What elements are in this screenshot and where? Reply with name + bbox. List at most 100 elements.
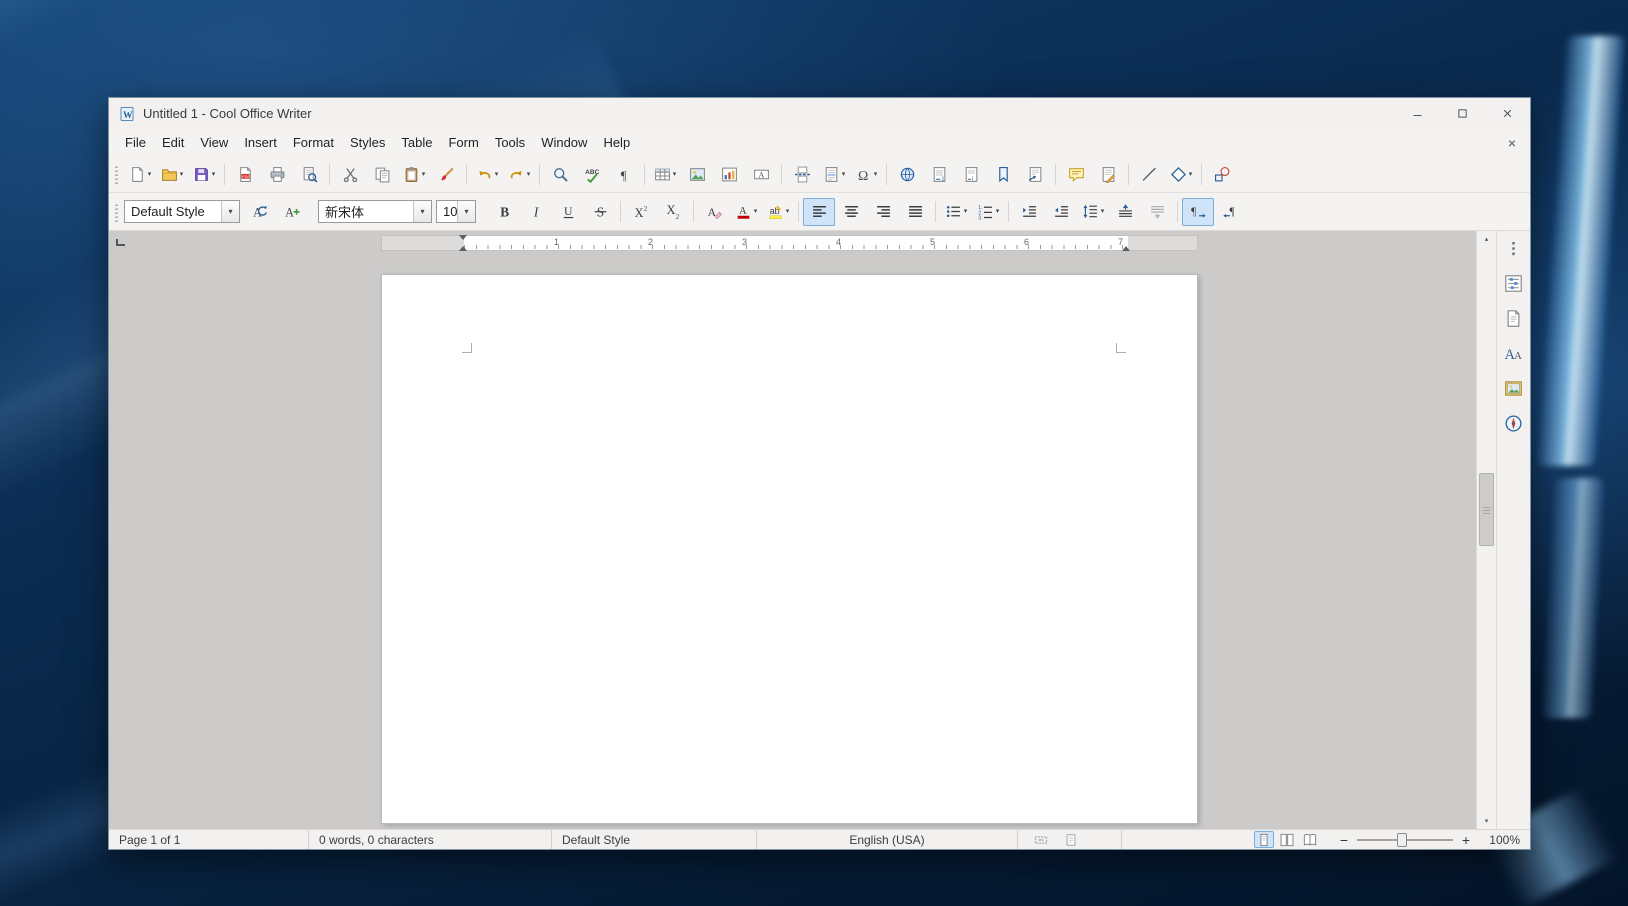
close-button[interactable] — [1485, 98, 1530, 129]
menu-form[interactable]: Form — [440, 131, 486, 154]
dropdown-arrow-icon[interactable]: ▾ — [1189, 171, 1193, 178]
multi-page-view-button[interactable] — [1277, 831, 1297, 848]
scrollbar-track[interactable] — [1477, 247, 1496, 813]
scroll-down-button[interactable]: ▾ — [1477, 813, 1496, 829]
menu-table[interactable]: Table — [393, 131, 440, 154]
find-replace-button[interactable] — [544, 160, 576, 188]
paste-button[interactable]: ▾ — [398, 160, 430, 188]
menu-tools[interactable]: Tools — [487, 131, 533, 154]
menu-format[interactable]: Format — [285, 131, 342, 154]
toolbar-drag-handle[interactable] — [115, 201, 118, 222]
insert-bookmark-button[interactable] — [987, 160, 1019, 188]
close-document-button[interactable]: × — [1498, 135, 1526, 151]
dropdown-arrow-icon[interactable]: ▾ — [673, 171, 677, 178]
page-deck-button[interactable] — [1500, 304, 1528, 332]
decrease-indent-button[interactable] — [1045, 198, 1077, 226]
increase-paragraph-spacing-button[interactable] — [1109, 198, 1141, 226]
document-page[interactable] — [381, 274, 1198, 824]
page-style-status[interactable]: Default Style — [552, 830, 757, 849]
new-button[interactable]: ▾ — [124, 160, 156, 188]
insert-field-button[interactable]: ▾ — [818, 160, 850, 188]
strikethrough-button[interactable]: S — [584, 198, 616, 226]
insert-comment-button[interactable] — [1060, 160, 1092, 188]
insert-image-button[interactable] — [681, 160, 713, 188]
left-to-right-button[interactable]: ¶ — [1182, 197, 1214, 226]
copy-button[interactable] — [366, 160, 398, 188]
dropdown-arrow-icon[interactable]: ▾ — [148, 171, 152, 178]
show-draw-functions-button[interactable] — [1206, 160, 1238, 188]
maximize-button[interactable] — [1440, 98, 1485, 129]
gallery-deck-button[interactable] — [1500, 374, 1528, 402]
sidebar-settings-button[interactable] — [1500, 237, 1528, 259]
increase-indent-button[interactable] — [1013, 198, 1045, 226]
font-color-button[interactable]: A ▾ — [730, 198, 762, 226]
menu-edit[interactable]: Edit — [154, 131, 192, 154]
font-size-combobox[interactable]: 10.5 ▾ — [436, 200, 476, 223]
scroll-up-button[interactable]: ▴ — [1477, 231, 1496, 247]
dropdown-arrow-icon[interactable]: ▾ — [964, 208, 968, 215]
paragraph-style-combobox[interactable]: Default Style ▾ — [124, 200, 240, 223]
zoom-out-button[interactable]: − — [1338, 833, 1350, 847]
insert-endnote-button[interactable]: i — [955, 160, 987, 188]
undo-button[interactable]: ▾ — [471, 160, 503, 188]
document-modified-icon[interactable] — [1064, 833, 1078, 847]
insert-hyperlink-button[interactable] — [891, 160, 923, 188]
italic-button[interactable]: I — [520, 198, 552, 226]
insert-cross-reference-button[interactable] — [1019, 160, 1051, 188]
menu-insert[interactable]: Insert — [236, 131, 285, 154]
track-changes-button[interactable] — [1092, 160, 1124, 188]
menu-file[interactable]: File — [117, 131, 154, 154]
combobox-dropdown-button[interactable]: ▾ — [221, 201, 239, 222]
zoom-in-button[interactable]: + — [1460, 833, 1472, 847]
single-page-view-button[interactable] — [1254, 831, 1274, 848]
zoom-level[interactable]: 100% — [1476, 833, 1530, 847]
clone-formatting-button[interactable] — [430, 160, 462, 188]
minimize-button[interactable] — [1395, 98, 1440, 129]
combobox-dropdown-button[interactable]: ▾ — [413, 201, 431, 222]
print-preview-button[interactable] — [293, 160, 325, 188]
insert-footnote-button[interactable]: 1 — [923, 160, 955, 188]
formatting-marks-button[interactable]: ¶ — [608, 160, 640, 188]
toolbar-drag-handle[interactable] — [115, 164, 118, 184]
cut-button[interactable] — [334, 160, 366, 188]
ordered-list-button[interactable]: 1. 2. 3. ▾ — [972, 198, 1004, 226]
zoom-slider-thumb[interactable] — [1397, 832, 1407, 847]
align-left-button[interactable] — [803, 197, 835, 226]
insert-chart-button[interactable] — [713, 160, 745, 188]
insert-textbox-button[interactable]: A — [745, 160, 777, 188]
dropdown-arrow-icon[interactable]: ▾ — [996, 208, 1000, 215]
dropdown-arrow-icon[interactable]: ▾ — [180, 171, 184, 178]
right-to-left-button[interactable]: ¶ — [1214, 198, 1246, 226]
tab-stop-selector[interactable] — [116, 239, 125, 246]
update-style-button[interactable]: A — [244, 198, 276, 226]
dropdown-arrow-icon[interactable]: ▾ — [422, 171, 426, 178]
clear-formatting-button[interactable]: A — [698, 198, 730, 226]
underline-button[interactable]: U — [552, 198, 584, 226]
right-indent-marker[interactable] — [1122, 246, 1130, 251]
menu-window[interactable]: Window — [533, 131, 595, 154]
spelling-button[interactable]: ABC — [576, 160, 608, 188]
menu-styles[interactable]: Styles — [342, 131, 393, 154]
zoom-slider[interactable] — [1357, 832, 1453, 847]
combobox-dropdown-button[interactable]: ▾ — [457, 201, 475, 222]
styles-deck-button[interactable]: AA — [1500, 339, 1528, 367]
bold-button[interactable]: B — [488, 198, 520, 226]
title-bar[interactable]: W Untitled 1 - Cool Office Writer — [109, 98, 1530, 129]
open-button[interactable]: ▾ — [156, 160, 188, 188]
align-center-button[interactable] — [835, 198, 867, 226]
insert-line-button[interactable] — [1133, 160, 1165, 188]
basic-shapes-button[interactable]: ▾ — [1165, 160, 1197, 188]
word-count-status[interactable]: 0 words, 0 characters — [309, 830, 552, 849]
dropdown-arrow-icon[interactable]: ▾ — [842, 171, 846, 178]
menu-view[interactable]: View — [192, 131, 236, 154]
highlight-color-button[interactable]: ab ▾ — [762, 198, 794, 226]
book-view-button[interactable] — [1300, 831, 1320, 848]
insert-page-break-button[interactable] — [786, 160, 818, 188]
navigator-deck-button[interactable] — [1500, 409, 1528, 437]
first-line-indent-marker[interactable] — [459, 235, 467, 240]
dropdown-arrow-icon[interactable]: ▾ — [1101, 208, 1105, 215]
export-pdf-button[interactable]: PDF — [229, 160, 261, 188]
redo-button[interactable]: ▾ — [503, 160, 535, 188]
dropdown-arrow-icon[interactable]: ▾ — [874, 171, 878, 178]
scrollbar-thumb[interactable] — [1479, 473, 1494, 546]
